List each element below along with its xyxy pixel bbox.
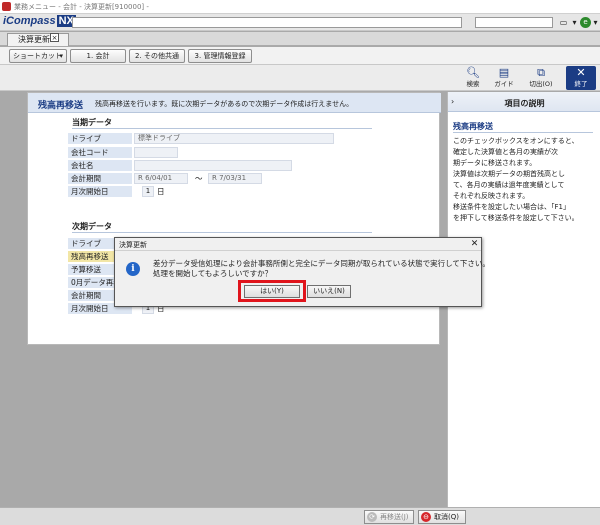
help-title: 項目の説明 — [504, 99, 545, 108]
help-line: を押下して移送条件を設定して下さい。 — [453, 214, 579, 222]
tab-bar: 決算更新 × — [0, 32, 600, 46]
tab-label: 決算更新 — [18, 35, 50, 44]
help-divider — [453, 132, 593, 133]
chevron-down-icon[interactable]: ▾ — [569, 17, 580, 28]
dropdown-arrow-icon: ▾ — [59, 52, 63, 60]
close-x-icon: ✕ — [576, 66, 586, 79]
company-name-value — [134, 160, 292, 171]
panel-header: 残高再移送 残高再移送を行います。既に次期データがあるので次期データ作成は行えま… — [28, 93, 441, 113]
no-button[interactable]: いいえ(N) — [307, 285, 351, 298]
tab-close-icon[interactable]: × — [50, 33, 59, 42]
guide-book-icon: ▤ — [498, 66, 510, 79]
bottom-bar: ⟳ 再移送(J) ⊖ 取消(Q) — [0, 507, 600, 525]
magnifier-icon: 🔍︎ — [466, 66, 480, 79]
exit-button[interactable]: ✕ 終了 — [566, 66, 596, 90]
main-panel: 残高再移送 残高再移送を行います。既に次期データがあるので次期データ作成は行えま… — [27, 92, 441, 345]
search-button[interactable]: 🔍︎ 検索 — [458, 66, 488, 90]
current-section-title: 当期データ — [72, 118, 372, 129]
windows-icon: ⧉ — [537, 66, 545, 79]
period-separator: 〜 — [195, 174, 203, 183]
period-start-value: R 6/04/01 — [134, 173, 188, 184]
address-field[interactable] — [72, 17, 462, 28]
month-start-label: 月次開始日 — [68, 186, 132, 197]
company-code-label: 会社コード — [68, 147, 132, 158]
drive-value: 標準ドライブ — [134, 133, 334, 144]
header-search-field[interactable] — [475, 17, 553, 28]
panel-title: 残高再移送 — [38, 101, 84, 111]
brand-logo: iCompass NX — [3, 15, 76, 27]
shortcut-kanri-button[interactable]: 3. 管理情報登録 — [188, 49, 252, 63]
help-line: 移送条件を設定したい場合は、「F1」 — [453, 203, 570, 211]
function-bar: 🔍︎ 検索 ▤ ガイド ⧉ 切出(O) ✕ 終了 — [0, 65, 600, 91]
dialog-close-icon[interactable]: ✕ — [469, 239, 480, 249]
tab-kessan-koshin[interactable]: 決算更新 — [7, 33, 69, 46]
company-name-label: 会社名 — [68, 160, 132, 171]
cancel-button[interactable]: ⊖ 取消(Q) — [418, 510, 466, 524]
shortcut-kaikei-button[interactable]: 1. 会計 — [70, 49, 126, 63]
help-header: › 項目の説明 — [448, 92, 600, 112]
help-subtitle: 残高再移送 — [453, 122, 493, 131]
panel-description: 残高再移送を行います。既に次期データがあるので次期データ作成は行えません。 — [95, 100, 354, 108]
retransfer-icon: ⟳ — [367, 512, 377, 522]
help-line: て、各月の実績は過年度実績として — [453, 181, 565, 189]
dialog-title: 決算更新 — [119, 241, 147, 249]
guide-button[interactable]: ▤ ガイド — [489, 66, 519, 90]
chevron-down-icon[interactable]: ▾ — [590, 17, 600, 28]
month-start-value: 1 — [142, 186, 154, 197]
window-title: 業務メニュー - 会計 - 決算更新[910000] - — [14, 3, 149, 11]
help-line: 期データに移送されます。 — [453, 159, 537, 167]
help-line: 確定した決算値と各月の実績が次 — [453, 148, 558, 156]
dialog-message-line2: 処理を開始してもよろしいですか？ — [153, 269, 273, 278]
cancel-icon: ⊖ — [421, 512, 431, 522]
dialog-divider — [115, 250, 481, 251]
period-end-value: R 7/03/31 — [208, 173, 262, 184]
monitor-icon[interactable]: ▭ — [558, 17, 569, 28]
yes-button[interactable]: はい(Y) — [244, 285, 300, 298]
shortcut-toolbar: ショートカット ▾ 1. 会計 2. その他共通 3. 管理情報登録 — [0, 47, 600, 65]
company-code-value — [134, 147, 178, 158]
app-icon — [2, 2, 11, 11]
confirm-dialog: 決算更新 ✕ i 差分データ受信処理により会計事務所側と完全にデータ同期が取られ… — [114, 237, 490, 307]
help-line: 決算値は次期データの期首残高とし — [453, 170, 565, 178]
window-title-bar: 業務メニュー - 会計 - 決算更新[910000] - — [0, 0, 600, 14]
shortcut-dropdown[interactable]: ショートカット ▾ — [9, 49, 67, 63]
app-header: iCompass NX ▭ ▾ e ▾ — [0, 14, 600, 31]
period-label: 会計期間 — [68, 173, 132, 184]
shortcut-sonota-button[interactable]: 2. その他共通 — [129, 49, 185, 63]
help-line: このチェックボックスをオンにすると、 — [453, 137, 579, 145]
drive-label: ドライブ — [68, 133, 132, 144]
retransfer-button[interactable]: ⟳ 再移送(J) — [364, 510, 414, 524]
help-line: それぞれ反映されます。 — [453, 192, 530, 200]
detach-button[interactable]: ⧉ 切出(O) — [526, 66, 556, 90]
day-unit: 日 — [157, 187, 165, 196]
info-icon: i — [126, 262, 140, 276]
next-section-title: 次期データ — [72, 222, 372, 233]
